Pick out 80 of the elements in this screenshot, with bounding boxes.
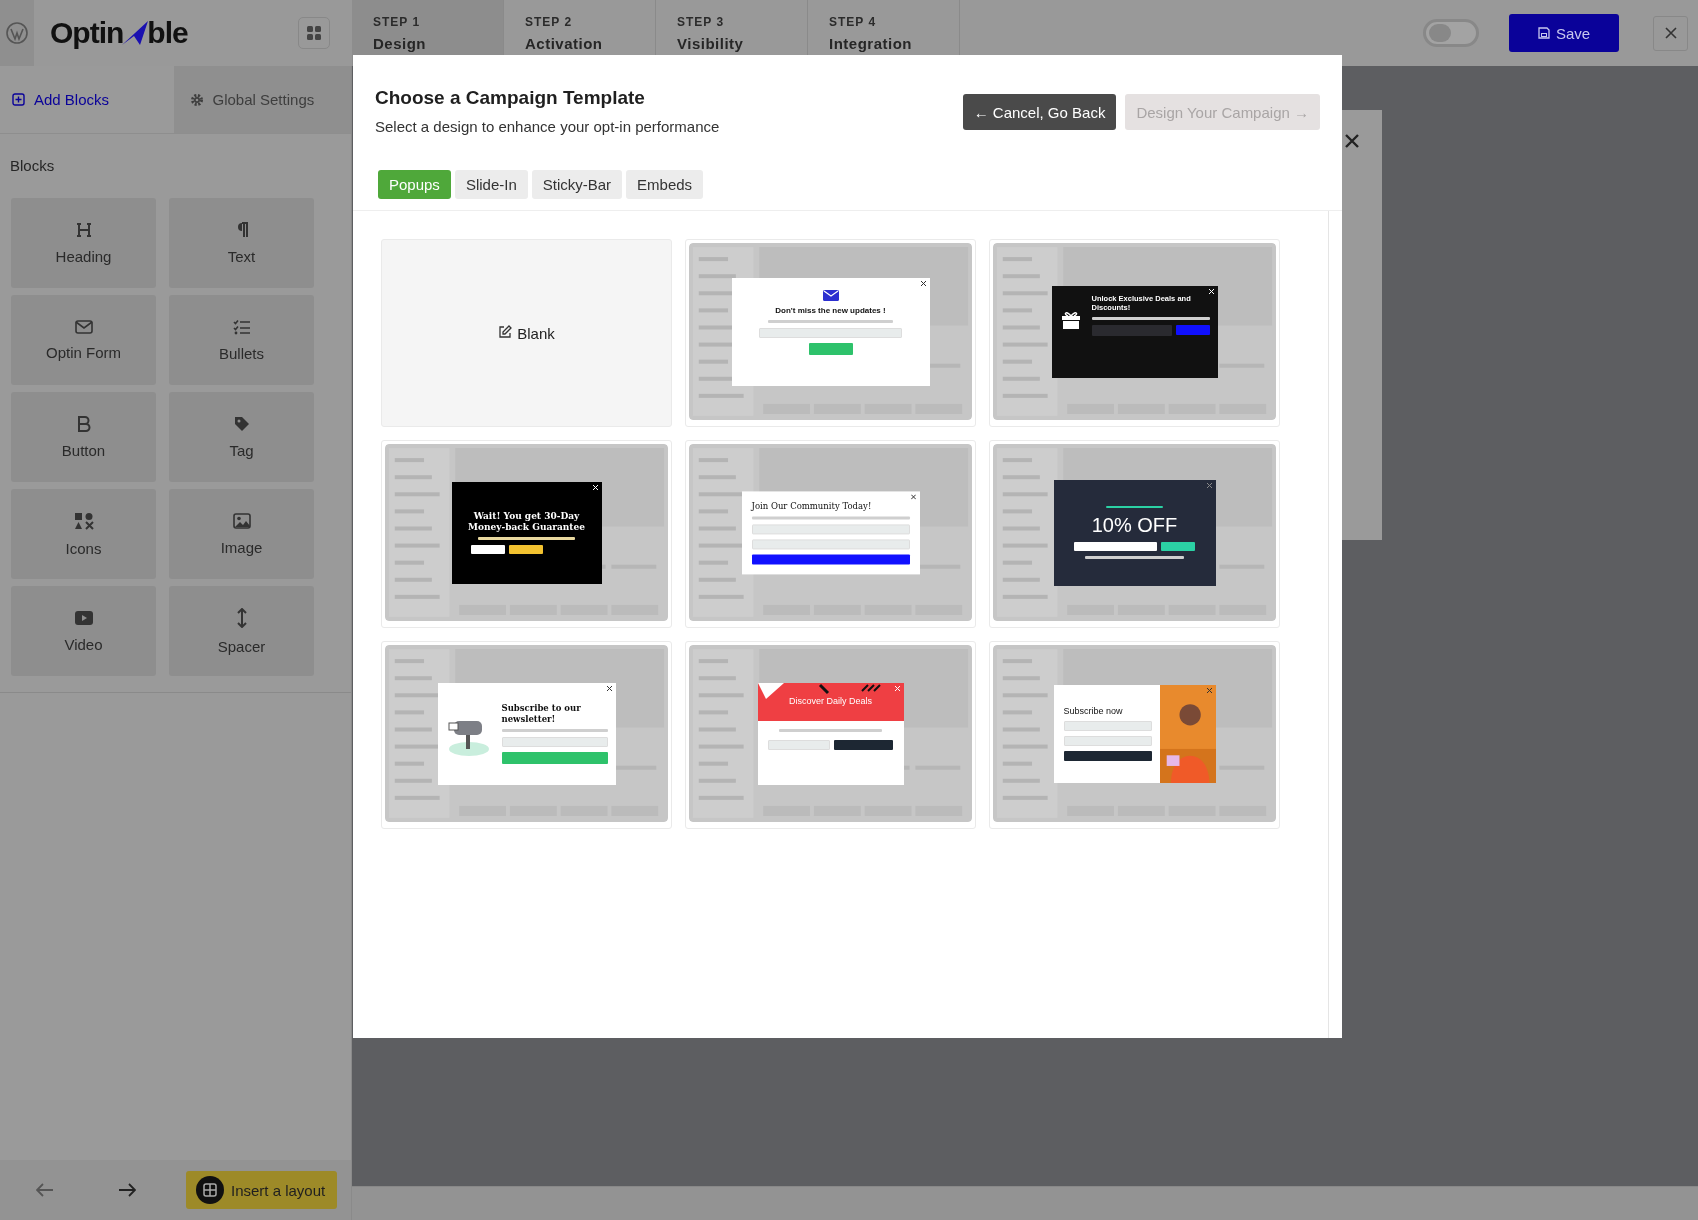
block-tile[interactable]: Icons	[11, 489, 156, 579]
close-icon	[606, 685, 612, 691]
close-icon	[910, 493, 916, 499]
sign-up-button	[1175, 324, 1210, 335]
step-title: Design	[373, 34, 427, 52]
popup-headline: 10% OFF	[1091, 513, 1178, 537]
email-field	[768, 739, 830, 750]
close-icon	[1208, 288, 1214, 294]
toggle-switch[interactable]	[1423, 19, 1479, 47]
save-icon	[1537, 27, 1550, 39]
tag-block-icon	[233, 415, 250, 432]
insert-layout-button[interactable]: Insert a layout	[186, 1171, 338, 1209]
block-tile[interactable]: Image	[169, 489, 314, 579]
submit-button	[833, 739, 893, 750]
template-card[interactable]: 10% OFF	[989, 440, 1280, 628]
logo: Optin ble	[50, 16, 188, 50]
step-title: Integration	[829, 34, 913, 52]
envelope-icon	[822, 289, 839, 301]
step-title: Visibility	[677, 34, 745, 52]
popup-headline: Wait! You get 30-Day Money-back Guarantee	[467, 510, 586, 533]
wordpress-icon[interactable]	[0, 0, 34, 66]
heading-block-icon	[75, 221, 92, 238]
close-icon[interactable]	[1653, 15, 1688, 51]
spacer-block-icon	[236, 607, 247, 628]
layout-grid-icon	[196, 1176, 224, 1204]
save-button[interactable]: Save	[1509, 14, 1619, 52]
popup-headline: Don't miss the new updates !	[775, 305, 886, 316]
dialog-title: Choose a Campaign Template	[375, 87, 646, 109]
block-tile[interactable]: Optin Form	[11, 295, 156, 385]
close-icon[interactable]	[1345, 134, 1359, 148]
category-tab[interactable]: Popups	[378, 170, 451, 199]
block-tile[interactable]: Button	[11, 392, 156, 482]
form-block-icon	[74, 319, 93, 334]
template-card[interactable]: Discover Daily Deals	[685, 641, 976, 829]
text-line	[1106, 506, 1163, 508]
popup-headline: Discover Daily Deals	[789, 696, 872, 707]
buy-button	[509, 545, 544, 555]
gear-icon	[189, 92, 204, 107]
step-number: STEP 4	[829, 14, 878, 29]
apps-grid-icon[interactable]	[298, 17, 330, 49]
close-icon	[920, 280, 926, 286]
blank-label: Blank	[517, 324, 555, 342]
video-block-icon	[73, 609, 94, 626]
close-icon	[894, 685, 900, 691]
template-card[interactable]: Join Our Community Today!	[685, 440, 976, 628]
template-card[interactable]: Blank	[381, 239, 672, 427]
step-number: STEP 1	[373, 14, 422, 29]
image-block-icon	[232, 512, 251, 529]
block-tile[interactable]: Tag	[169, 392, 314, 482]
popup-headline: Subscribe now	[1063, 705, 1123, 717]
category-tab[interactable]: Slide-In	[454, 170, 528, 199]
block-tile[interactable]: Spacer	[169, 586, 314, 676]
submit-button	[1160, 542, 1195, 551]
close-icon	[1206, 482, 1212, 488]
step-number: STEP 3	[677, 14, 726, 29]
popup-headline: Join Our Community Today!	[751, 500, 872, 512]
popup-headline: Subscribe to our newsletter!	[501, 703, 582, 724]
plus-square-icon	[12, 93, 25, 106]
block-tile[interactable]: Text	[169, 198, 314, 288]
category-tab[interactable]: Embeds	[626, 170, 704, 199]
dialog-subtitle: Select a design to enhance your opt-in performance	[375, 118, 720, 135]
category-tab[interactable]: Sticky-Bar	[531, 170, 623, 199]
close-icon	[1206, 687, 1212, 693]
button-block-icon	[76, 415, 91, 432]
chat-button	[471, 545, 506, 555]
bullets-block-icon	[232, 318, 251, 335]
template-card[interactable]: Subscribe to our newsletter!	[381, 641, 672, 829]
step-number: STEP 2	[525, 14, 574, 29]
block-tile[interactable]: Video	[11, 586, 156, 676]
icons-block-icon	[73, 511, 94, 530]
template-card[interactable]: Wait! You get 30-Day Money-back Guarantee	[381, 440, 672, 628]
step-title: Activation	[525, 34, 604, 52]
close-icon	[592, 484, 598, 490]
template-card[interactable]: Don't miss the new updates !	[685, 239, 976, 427]
block-tile[interactable]: Bullets	[169, 295, 314, 385]
sidebar-tab[interactable]: Global Settings	[173, 66, 351, 133]
block-tile[interactable]: Heading	[11, 198, 156, 288]
submit-button	[808, 343, 853, 356]
cancel-button[interactable]: ← Cancel, Go Back	[962, 94, 1117, 130]
template-card[interactable]: Subscribe now	[989, 641, 1280, 829]
